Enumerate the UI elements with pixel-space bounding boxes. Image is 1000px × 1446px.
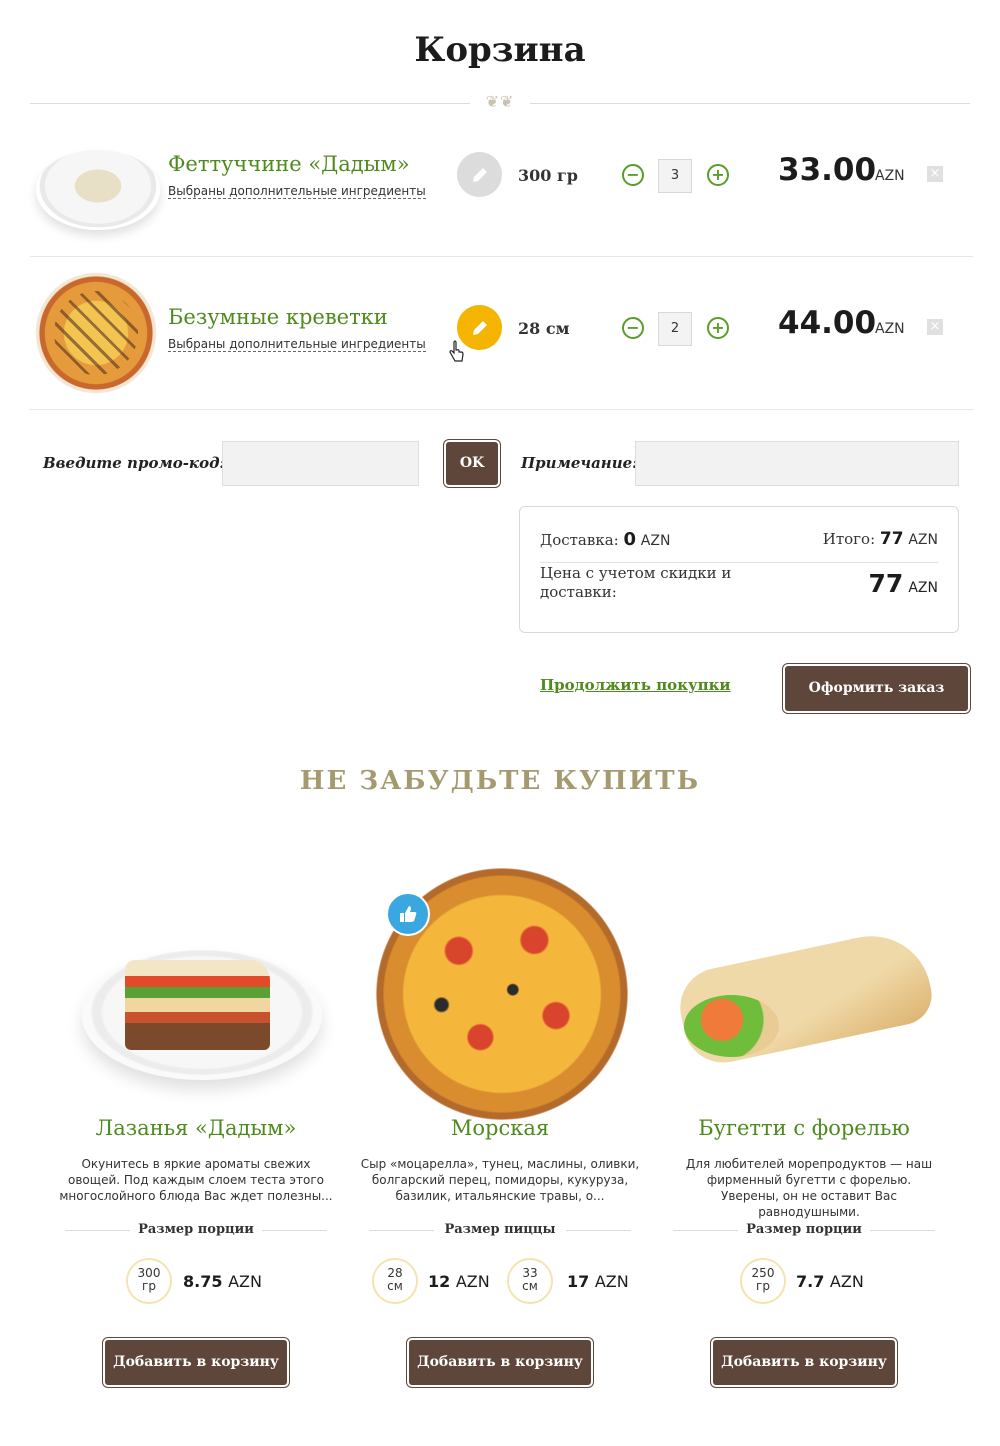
product-card-description: Сыр «моцарелла», тунец, маслины, оливки,… bbox=[360, 1157, 640, 1203]
wrap-filling-shape bbox=[684, 995, 779, 1057]
quantity-field[interactable]: 3 bbox=[658, 159, 692, 193]
portion-price-currency: AZN bbox=[455, 1272, 490, 1291]
note-input[interactable] bbox=[635, 441, 959, 486]
item-currency: AZN bbox=[875, 168, 905, 184]
item-size: 300 гр bbox=[518, 166, 578, 185]
portion-price: 17 AZN bbox=[567, 1272, 629, 1291]
product-card-name[interactable]: Морская bbox=[350, 1116, 650, 1140]
remove-item-button[interactable]: × bbox=[927, 319, 943, 335]
item-price: 33.00 bbox=[778, 152, 877, 188]
promo-code-input[interactable] bbox=[222, 441, 419, 486]
portion-price-value: 12 bbox=[428, 1272, 451, 1291]
quantity-field[interactable]: 2 bbox=[658, 312, 692, 346]
portion-unit: см bbox=[522, 1279, 538, 1293]
hand-pointer-icon bbox=[449, 340, 464, 362]
product-card-description: Окунитесь в яркие ароматы свежих овощей.… bbox=[59, 1157, 333, 1203]
portion-price-currency: AZN bbox=[594, 1272, 629, 1291]
note-label: Примечание: bbox=[521, 454, 638, 472]
portion-option[interactable]: 300 гр bbox=[126, 1258, 172, 1304]
total-currency: AZN bbox=[908, 532, 938, 548]
portion-unit: гр bbox=[142, 1279, 156, 1293]
portion-price: 7.7 AZN bbox=[796, 1272, 864, 1291]
edit-item-button[interactable] bbox=[457, 152, 502, 197]
delivery-label: Доставка: bbox=[540, 531, 619, 549]
product-card-name[interactable]: Лазанья «Дадым» bbox=[46, 1116, 346, 1140]
cart-item-name[interactable]: Безумные креветки bbox=[168, 305, 388, 329]
item-currency: AZN bbox=[875, 321, 905, 337]
product-card-description: Для любителей морепродуктов — наш фирмен… bbox=[685, 1157, 933, 1219]
continue-shopping-link[interactable]: Продолжить покупки bbox=[540, 676, 731, 694]
thumbs-up-icon bbox=[386, 892, 430, 936]
cart-row: Безумные креветки Выбраны дополнительные… bbox=[30, 257, 973, 410]
cart-row: Феттуччине «Дадым» Выбраны дополнительны… bbox=[30, 104, 973, 257]
add-to-cart-button[interactable]: Добавить в корзину bbox=[409, 1340, 591, 1385]
lasagna-food-shape bbox=[125, 960, 270, 1050]
portion-price-value: 8.75 bbox=[183, 1272, 223, 1291]
cart-item-extras-link[interactable]: Выбраны дополнительные ингредиенты bbox=[168, 337, 426, 352]
plus-circle-icon[interactable]: + bbox=[707, 317, 729, 339]
total-row: Итого: 77 AZN bbox=[823, 529, 938, 549]
minus-circle-icon[interactable]: − bbox=[622, 164, 644, 186]
checkout-button[interactable]: Оформить заказ bbox=[785, 666, 968, 711]
pencil-icon bbox=[472, 167, 487, 182]
discount-row: 77 AZN bbox=[868, 569, 938, 598]
upsell-section-title: НЕ ЗАБУДЬТЕ КУПИТЬ bbox=[299, 766, 701, 796]
portion-unit: см bbox=[387, 1279, 403, 1293]
portion-price-value: 7.7 bbox=[796, 1272, 825, 1291]
total-label: Итого: bbox=[822, 530, 876, 548]
discount-label: Цена с учетом скидки и доставки: bbox=[540, 564, 732, 601]
page-title: Корзина bbox=[414, 30, 586, 70]
plus-circle-icon[interactable]: + bbox=[707, 164, 729, 186]
order-summary: Доставка: 0 AZN Итого: 77 AZN Цена с уче… bbox=[519, 506, 959, 633]
portion-option[interactable]: 250 гр bbox=[740, 1258, 786, 1304]
size-label: Размер пиццы bbox=[434, 1222, 566, 1237]
portion-price-currency: AZN bbox=[829, 1272, 864, 1291]
product-image-fettuccine bbox=[36, 150, 160, 230]
pencil-icon bbox=[472, 320, 487, 335]
portion-price: 8.75 AZN bbox=[183, 1272, 262, 1291]
delivery-currency: AZN bbox=[640, 533, 671, 549]
cart-item-extras-link[interactable]: Выбраны дополнительные ингредиенты bbox=[168, 184, 426, 199]
portion-price-value: 17 bbox=[567, 1272, 590, 1291]
size-label: Размер порции bbox=[738, 1222, 870, 1237]
product-image-shrimp-pizza bbox=[32, 269, 160, 397]
delivery-row: Доставка: 0 AZN bbox=[540, 529, 670, 550]
promo-ok-button[interactable]: OK bbox=[446, 442, 498, 485]
discount-currency: AZN bbox=[908, 580, 938, 596]
total-value: 77 bbox=[879, 529, 904, 549]
portion-unit: гр bbox=[756, 1279, 770, 1293]
item-size: 28 см bbox=[518, 319, 570, 338]
discount-value: 77 bbox=[868, 569, 904, 598]
minus-circle-icon[interactable]: − bbox=[622, 317, 644, 339]
summary-divider bbox=[540, 562, 938, 563]
portion-option[interactable]: 33 см bbox=[507, 1258, 553, 1304]
portion-option[interactable]: 28 см bbox=[372, 1258, 418, 1304]
size-label: Размер порции bbox=[130, 1222, 262, 1237]
add-to-cart-button[interactable]: Добавить в корзину bbox=[105, 1340, 287, 1385]
add-to-cart-button[interactable]: Добавить в корзину bbox=[713, 1340, 895, 1385]
cart-item-name[interactable]: Феттуччине «Дадым» bbox=[168, 152, 410, 176]
remove-item-button[interactable]: × bbox=[927, 166, 943, 182]
product-card-name[interactable]: Бугетти с форелью bbox=[654, 1116, 954, 1140]
delivery-value: 0 bbox=[623, 529, 636, 550]
portion-price: 12 AZN bbox=[428, 1272, 490, 1291]
item-price: 44.00 bbox=[778, 305, 877, 341]
promo-label: Введите промо-код: bbox=[43, 454, 226, 472]
portion-price-currency: AZN bbox=[228, 1272, 262, 1291]
